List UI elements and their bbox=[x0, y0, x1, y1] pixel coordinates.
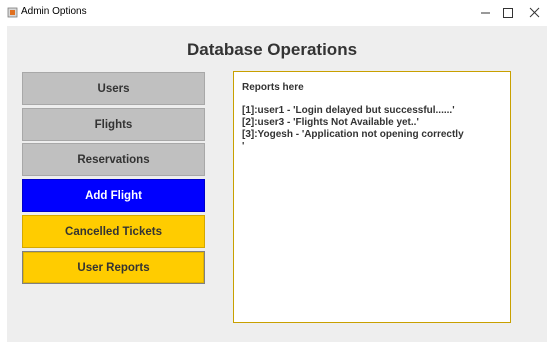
close-icon bbox=[529, 7, 540, 18]
report-line: [3]:Yogesh - 'Application not opening co… bbox=[242, 129, 464, 140]
page-title: Database Operations bbox=[186, 40, 358, 59]
report-line: ' bbox=[242, 141, 245, 152]
java-app-icon bbox=[7, 7, 18, 18]
add-flight-button[interactable]: Add Flight bbox=[22, 179, 205, 212]
reports-title: Reports here bbox=[242, 82, 304, 93]
content-pane: Database Operations Users Flights Reserv… bbox=[7, 26, 547, 342]
reservations-button[interactable]: Reservations bbox=[22, 143, 205, 176]
report-line: [2]:user3 - 'Flights Not Available yet..… bbox=[242, 117, 419, 128]
users-button[interactable]: Users bbox=[22, 72, 205, 105]
cancelled-tickets-button[interactable]: Cancelled Tickets bbox=[22, 215, 205, 248]
title-bar[interactable]: Admin Options bbox=[0, 0, 553, 26]
window-title: Admin Options bbox=[21, 6, 87, 17]
user-reports-button[interactable]: User Reports bbox=[22, 251, 205, 284]
close-button[interactable] bbox=[517, 0, 553, 26]
flights-button[interactable]: Flights bbox=[22, 108, 205, 141]
reports-text-area[interactable]: Reports here [1]:user1 - 'Login delayed … bbox=[233, 71, 511, 323]
admin-options-window: Admin Options Database Operations Users … bbox=[0, 0, 553, 345]
report-line: [1]:user1 - 'Login delayed but successfu… bbox=[242, 105, 455, 116]
